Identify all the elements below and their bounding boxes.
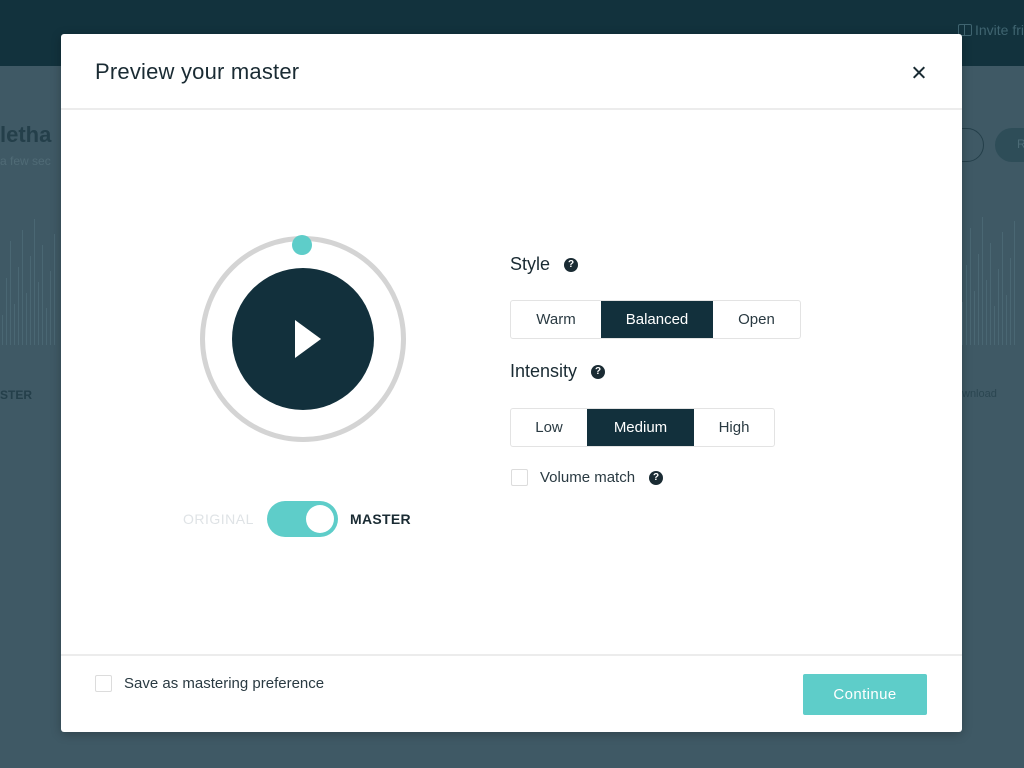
modal-title: Preview your master <box>95 59 300 84</box>
save-preference-label[interactable]: Save as mastering preference <box>124 675 324 692</box>
background-download-label: wnload <box>962 388 997 400</box>
toggle-label-master[interactable]: MASTER <box>350 511 411 527</box>
intensity-option-medium[interactable]: Medium <box>587 409 694 446</box>
style-label: Style <box>510 254 551 274</box>
intensity-heading: Intensity ? <box>510 361 606 382</box>
waveform-bar <box>998 269 999 345</box>
intensity-help-icon[interactable]: ? <box>591 364 606 379</box>
waveform-bar <box>1006 295 1007 345</box>
waveform-bar <box>18 267 19 345</box>
style-segmented-control: Warm Balanced Open <box>510 300 801 339</box>
background-pill-button: R <box>995 128 1024 162</box>
waveform-bar <box>978 254 979 345</box>
background-master-label: STER <box>0 388 33 402</box>
waveform-bar <box>1014 221 1015 345</box>
invite-friends-link[interactable]: Invite fri <box>957 22 1024 38</box>
toggle-label-original[interactable]: ORIGINAL <box>183 511 267 527</box>
style-option-open[interactable]: Open <box>713 301 800 338</box>
save-preference-row: Save as mastering preference <box>95 675 324 692</box>
waveform-bar <box>46 308 47 345</box>
style-heading: Style ? <box>510 254 579 275</box>
close-icon[interactable] <box>910 64 928 82</box>
waveform-bar <box>38 282 39 345</box>
style-help-icon[interactable]: ? <box>564 257 579 272</box>
play-button[interactable] <box>232 268 374 410</box>
waveform-bar <box>54 234 55 345</box>
waveform-bar <box>982 217 983 345</box>
waveform-bar <box>26 293 27 345</box>
waveform-bar <box>50 271 51 345</box>
intensity-option-low[interactable]: Low <box>511 409 587 446</box>
intensity-segmented-control: Low Medium High <box>510 408 775 447</box>
style-option-warm[interactable]: Warm <box>511 301 601 338</box>
continue-button[interactable]: Continue <box>803 674 927 715</box>
waveform-bar <box>30 256 31 345</box>
volume-match-label[interactable]: Volume match <box>540 469 635 486</box>
waveform-bar <box>6 278 7 345</box>
audio-player <box>200 235 406 442</box>
waveform-bar <box>990 243 991 345</box>
waveform-bar <box>994 306 995 345</box>
track-subtitle: a few sec <box>0 154 51 168</box>
waveform-bar <box>974 291 975 345</box>
preview-master-modal: Preview your master ORIGINAL MASTER Styl… <box>61 34 962 732</box>
play-icon <box>295 320 321 358</box>
toggle-thumb <box>306 505 334 533</box>
intensity-option-high[interactable]: High <box>694 409 774 446</box>
waveform-bar <box>1010 258 1011 345</box>
waveform-right <box>962 205 1015 345</box>
original-master-toggle-row: ORIGINAL MASTER <box>183 501 411 537</box>
modal-footer: Save as mastering preference Continue <box>61 654 962 732</box>
waveform-bar <box>42 245 43 345</box>
waveform-bar <box>962 302 963 345</box>
background-pill-button-label: R <box>1017 137 1024 151</box>
waveform-bar <box>970 228 971 345</box>
waveform-left <box>2 205 55 345</box>
volume-match-help-icon[interactable]: ? <box>649 470 664 485</box>
track-title: letha <box>0 122 52 147</box>
invite-friends-label: Invite fri <box>974 22 1024 38</box>
waveform-bar <box>986 280 987 345</box>
intensity-label: Intensity <box>510 361 578 381</box>
original-master-toggle[interactable] <box>267 501 338 537</box>
waveform-bar <box>1002 232 1003 345</box>
volume-match-checkbox[interactable] <box>511 469 528 486</box>
progress-knob[interactable] <box>292 235 312 255</box>
waveform-bar <box>966 265 967 345</box>
modal-header: Preview your master <box>61 34 962 110</box>
waveform-bar <box>14 304 15 345</box>
waveform-bar <box>2 315 3 345</box>
waveform-bar <box>10 241 11 345</box>
waveform-bar <box>22 230 23 345</box>
volume-match-row: Volume match ? <box>511 469 664 486</box>
save-preference-checkbox[interactable] <box>95 675 112 692</box>
style-option-balanced[interactable]: Balanced <box>601 301 713 338</box>
waveform-bar <box>34 219 35 345</box>
